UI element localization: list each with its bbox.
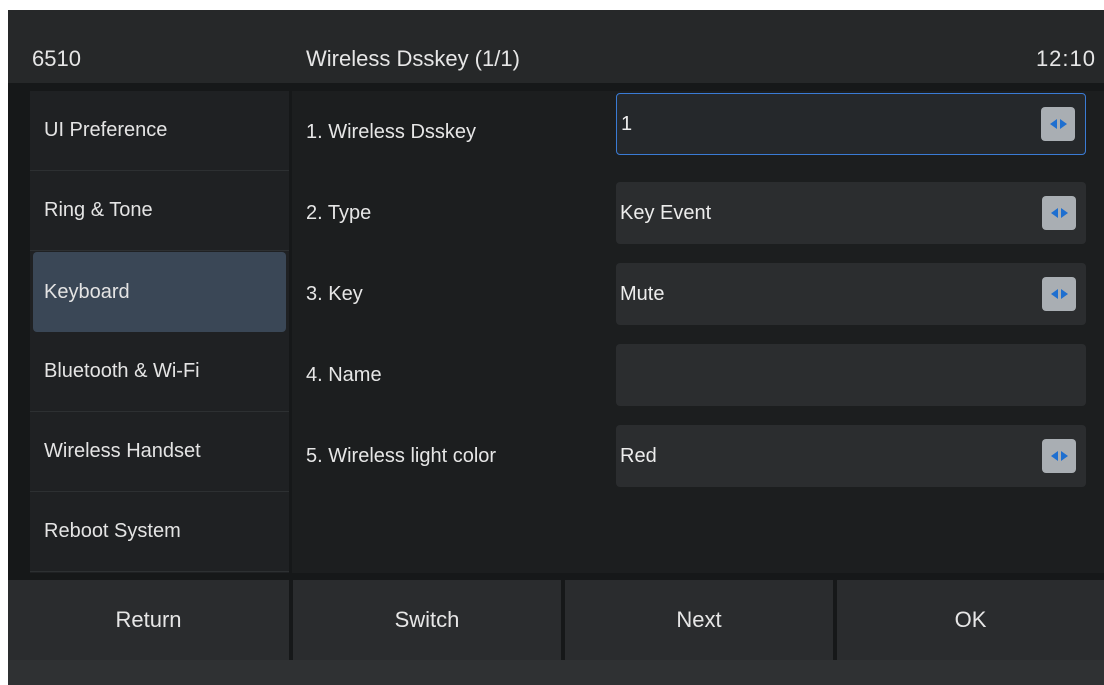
return-button[interactable]: Return [8, 580, 289, 660]
arrow-right-icon [1060, 451, 1068, 461]
next-button[interactable]: Next [565, 580, 833, 660]
name-input[interactable] [616, 344, 1086, 406]
settings-panel: 1. Wireless Dsskey 1 2. Type Key Event 3… [292, 91, 1104, 573]
ok-button[interactable]: OK [837, 580, 1104, 660]
page-title: Wireless Dsskey (1/1) [306, 46, 520, 71]
type-value: Key Event [620, 201, 712, 224]
sidebar-item-ring-tone[interactable]: Ring & Tone [30, 171, 289, 251]
light-color-value: Red [620, 444, 657, 467]
softkey-bar: Return Switch Next OK [8, 580, 1104, 660]
left-right-arrows-icon[interactable] [1042, 439, 1076, 473]
sidebar-item-reboot-system[interactable]: Reboot System [30, 492, 289, 572]
sidebar-item-label: UI Preference [44, 119, 168, 141]
arrow-right-icon [1059, 119, 1067, 129]
key-value: Mute [620, 282, 665, 305]
arrow-left-icon [1050, 289, 1058, 299]
phone-screen: 6510 Wireless Dsskey (1/1) 12:10 UI Pref… [8, 10, 1104, 685]
bottom-bezel [8, 660, 1104, 685]
arrow-right-icon [1060, 208, 1068, 218]
switch-button[interactable]: Switch [293, 580, 561, 660]
sidebar-item-ui-preference[interactable]: UI Preference [30, 91, 289, 171]
sidebar-item-label: Wireless Handset [44, 440, 201, 462]
clock: 12:10 [1035, 46, 1096, 71]
light-color-label: 5. Wireless light color [306, 444, 497, 467]
sidebar-item-label: Reboot System [44, 520, 181, 542]
title-bar: 6510 Wireless Dsskey (1/1) 12:10 [8, 10, 1104, 83]
settings-sidebar: UI Preference Ring & Tone Keyboard Bluet… [30, 91, 289, 573]
left-right-arrows-icon[interactable] [1042, 277, 1076, 311]
sidebar-item-label: Bluetooth & Wi-Fi [44, 360, 200, 382]
light-color-selector[interactable]: Red [616, 425, 1086, 487]
wireless-dsskey-selector[interactable]: 1 [616, 93, 1086, 155]
sidebar-item-bluetooth-wifi[interactable]: Bluetooth & Wi-Fi [30, 332, 289, 412]
arrow-left-icon [1050, 208, 1058, 218]
sidebar-item-keyboard[interactable]: Keyboard [33, 252, 286, 332]
arrow-left-icon [1050, 451, 1058, 461]
arrow-left-icon [1049, 119, 1057, 129]
key-label: 3. Key [306, 282, 363, 305]
sidebar-item-wireless-handset[interactable]: Wireless Handset [30, 412, 289, 492]
phone-model: 6510 [32, 46, 81, 71]
type-selector[interactable]: Key Event [616, 182, 1086, 244]
arrow-right-icon [1060, 289, 1068, 299]
sidebar-item-label: Ring & Tone [44, 199, 153, 221]
type-label: 2. Type [306, 201, 372, 224]
wireless-dsskey-label: 1. Wireless Dsskey [306, 120, 477, 143]
key-selector[interactable]: Mute [616, 263, 1086, 325]
name-label: 4. Name [306, 363, 382, 386]
left-right-arrows-icon[interactable] [1042, 196, 1076, 230]
sidebar-item-label: Keyboard [44, 280, 130, 303]
wireless-dsskey-value: 1 [621, 112, 633, 135]
left-right-arrows-icon[interactable] [1041, 107, 1075, 141]
